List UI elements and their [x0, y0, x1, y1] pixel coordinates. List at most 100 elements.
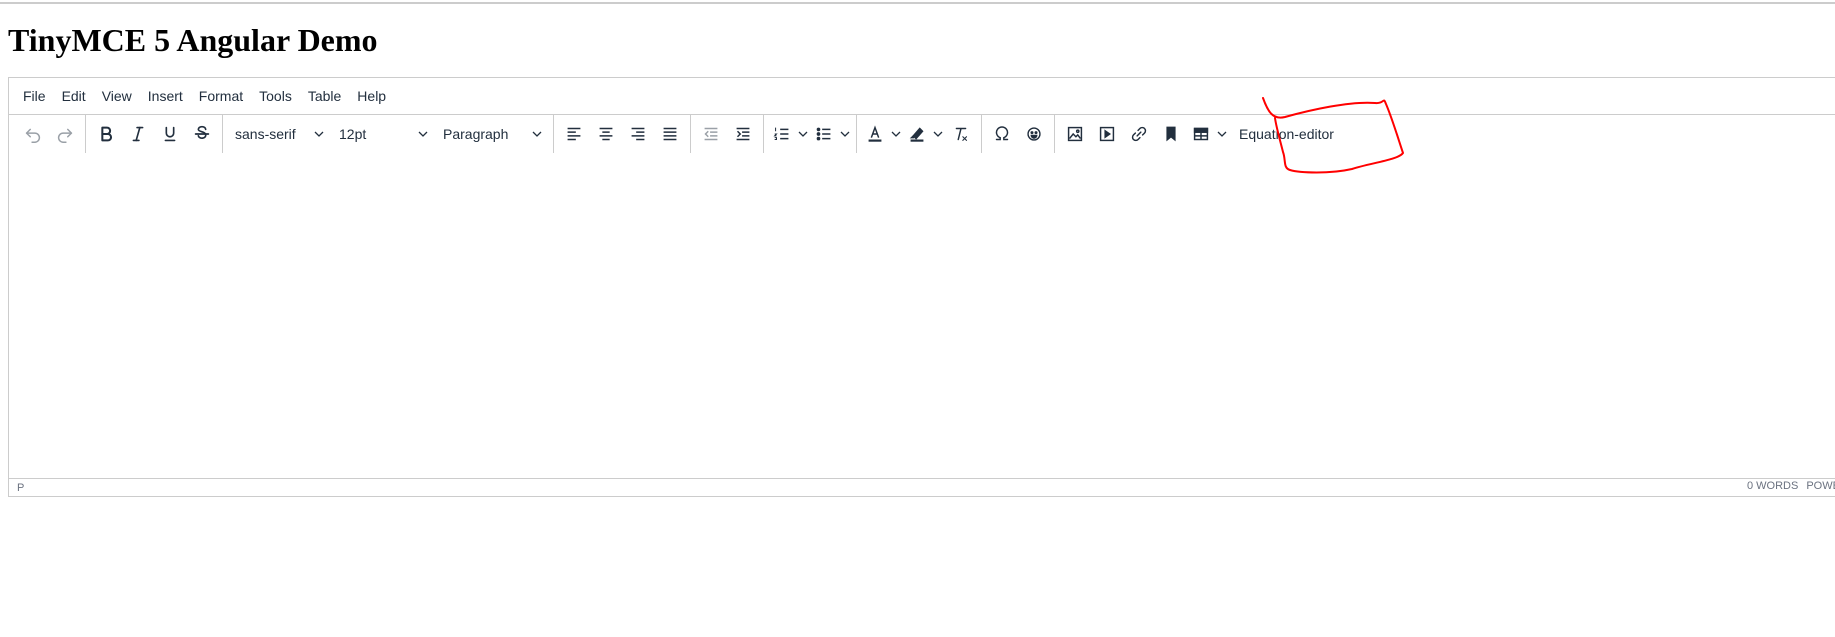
indent-group — [691, 115, 764, 153]
menu-view[interactable]: View — [94, 81, 140, 111]
table-button[interactable] — [1187, 119, 1215, 149]
text-color-icon — [868, 125, 882, 142]
menu-table[interactable]: Table — [300, 81, 349, 111]
block-format-value: Paragraph — [443, 126, 509, 142]
clear-formatting-icon — [955, 127, 968, 141]
italic-icon — [132, 126, 144, 142]
top-divider — [0, 2, 1835, 4]
bullet-list-button[interactable] — [810, 119, 838, 149]
link-icon — [1131, 126, 1147, 142]
editor-content-area[interactable] — [9, 154, 1835, 480]
menubar: File Edit View Insert Format Tools Table… — [9, 78, 1835, 115]
statusbar-right: 0 WORDS POWE — [1747, 480, 1835, 492]
text-color-dropdown[interactable] — [889, 128, 903, 140]
undo-button[interactable] — [17, 119, 49, 149]
bullet-list-icon — [816, 127, 831, 141]
smiley-icon — [1027, 127, 1041, 141]
format-group — [86, 115, 223, 153]
word-count[interactable]: 0 WORDS — [1747, 480, 1798, 492]
indent-button[interactable] — [727, 119, 759, 149]
menu-help[interactable]: Help — [349, 81, 394, 111]
numbered-list-button[interactable] — [768, 119, 796, 149]
insert-char-group — [982, 115, 1055, 153]
tinymce-editor: File Edit View Insert Format Tools Table… — [8, 77, 1835, 497]
chevron-down-icon — [840, 131, 850, 137]
list-group — [764, 115, 857, 153]
chevron-down-icon — [891, 131, 901, 137]
insert-media-button[interactable] — [1091, 119, 1123, 149]
bold-icon — [101, 126, 112, 142]
numbered-list-split — [768, 119, 810, 149]
font-family-value: sans-serif — [235, 126, 296, 142]
image-icon — [1067, 126, 1083, 142]
table-dropdown[interactable] — [1215, 128, 1229, 140]
highlight-dropdown[interactable] — [931, 128, 945, 140]
bullet-list-dropdown[interactable] — [838, 128, 852, 140]
highlight-split — [903, 119, 945, 149]
chevron-down-icon — [1217, 131, 1227, 137]
bold-button[interactable] — [90, 119, 122, 149]
font-family-select[interactable]: sans-serif — [227, 119, 331, 149]
numbered-list-dropdown[interactable] — [796, 128, 810, 140]
align-center-icon — [599, 127, 613, 141]
toolbar: sans-serif 12pt Paragraph Equation-edito… — [9, 115, 1835, 153]
insert-link-button[interactable] — [1123, 119, 1155, 149]
bullet-list-split — [810, 119, 852, 149]
menu-edit[interactable]: Edit — [54, 81, 94, 111]
history-group — [13, 115, 86, 153]
table-split — [1187, 119, 1229, 149]
color-group — [857, 115, 982, 153]
align-justify-icon — [663, 127, 677, 141]
emoticons-button[interactable] — [1018, 119, 1050, 149]
chevron-down-icon — [798, 131, 808, 137]
strikethrough-button[interactable] — [186, 119, 218, 149]
chevron-down-icon — [314, 131, 324, 137]
menu-tools[interactable]: Tools — [251, 81, 300, 111]
special-character-button[interactable] — [986, 119, 1018, 149]
block-format-select[interactable]: Paragraph — [435, 119, 549, 149]
clear-formatting-button[interactable] — [945, 119, 977, 149]
chevron-down-icon — [933, 131, 943, 137]
underline-button[interactable] — [154, 119, 186, 149]
powered-by-link[interactable]: POWE — [1806, 480, 1835, 492]
menu-insert[interactable]: Insert — [140, 81, 191, 111]
chevron-down-icon — [532, 131, 542, 137]
text-color-button[interactable] — [861, 119, 889, 149]
table-icon — [1193, 127, 1209, 141]
align-right-button[interactable] — [622, 119, 654, 149]
omega-icon — [995, 126, 1009, 141]
media-icon — [1099, 126, 1115, 142]
align-center-button[interactable] — [590, 119, 622, 149]
undo-icon — [25, 128, 41, 143]
outdent-button[interactable] — [695, 119, 727, 149]
menu-file[interactable]: File — [15, 81, 54, 111]
chevron-down-icon — [418, 131, 428, 137]
highlight-icon — [909, 127, 924, 142]
strikethrough-icon — [194, 125, 210, 139]
numbered-list-icon — [773, 127, 789, 141]
underline-icon — [164, 126, 176, 142]
text-color-split — [861, 119, 903, 149]
align-left-button[interactable] — [558, 119, 590, 149]
redo-button[interactable] — [49, 119, 81, 149]
align-left-icon — [567, 127, 581, 141]
align-group — [554, 115, 691, 153]
insert-image-button[interactable] — [1059, 119, 1091, 149]
italic-button[interactable] — [122, 119, 154, 149]
menu-format[interactable]: Format — [191, 81, 251, 111]
bookmark-button[interactable] — [1155, 119, 1187, 149]
indent-icon — [736, 127, 750, 141]
font-size-select[interactable]: 12pt — [331, 119, 435, 149]
highlight-button[interactable] — [903, 119, 931, 149]
align-right-icon — [631, 127, 645, 141]
bookmark-icon — [1166, 126, 1176, 142]
insert-media-group: Equation-editor — [1055, 115, 1348, 153]
statusbar: P 0 WORDS POWE — [9, 478, 1835, 496]
font-group: sans-serif 12pt Paragraph — [223, 115, 554, 153]
equation-editor-button[interactable]: Equation-editor — [1229, 119, 1344, 149]
page-title: TinyMCE 5 Angular Demo — [8, 22, 378, 58]
redo-icon — [57, 128, 73, 143]
align-justify-button[interactable] — [654, 119, 686, 149]
font-size-value: 12pt — [339, 126, 367, 142]
element-path[interactable]: P — [9, 482, 24, 494]
